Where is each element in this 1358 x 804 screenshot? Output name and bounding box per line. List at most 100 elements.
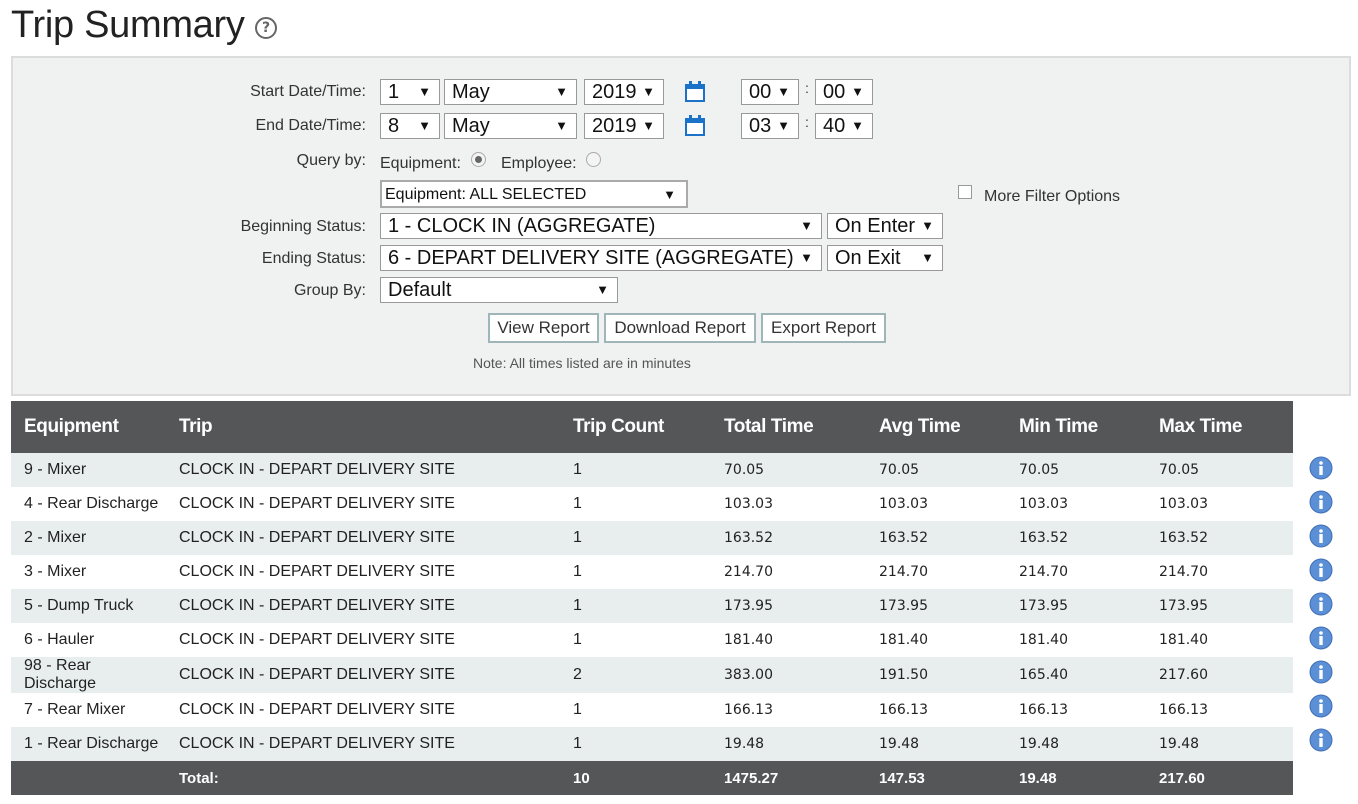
- row-info-icon[interactable]: [1309, 592, 1333, 616]
- beginning-trigger-select[interactable]: On Enter ▼: [827, 213, 943, 239]
- trip-cell: CLOCK IN - DEPART DELIVERY SITE: [166, 693, 560, 727]
- avg-time-cell: 191.50: [866, 657, 1006, 693]
- start-minute-select[interactable]: 00 ▼: [815, 79, 873, 105]
- row-info-icon[interactable]: [1309, 490, 1333, 514]
- max-time-cell: 19.48: [1146, 727, 1293, 761]
- trip-cell: CLOCK IN - DEPART DELIVERY SITE: [166, 727, 560, 761]
- trip-count-cell: 1: [560, 623, 711, 657]
- row-info-icon[interactable]: [1309, 728, 1333, 752]
- equipment-cell: 6 - Hauler: [11, 623, 166, 657]
- column-header-total-time[interactable]: Total Time: [711, 401, 866, 453]
- export-report-button[interactable]: Export Report: [761, 313, 886, 343]
- trip-count-cell: 2: [560, 657, 711, 693]
- total-label: Total:: [166, 761, 560, 795]
- avg-time-cell: 181.40: [866, 623, 1006, 657]
- trip-count-cell: 1: [560, 521, 711, 555]
- trip-count-cell: 1: [560, 487, 711, 521]
- end-calendar-icon[interactable]: [684, 115, 706, 137]
- beginning-status-select[interactable]: 1 - CLOCK IN (AGGREGATE) ▼: [380, 213, 822, 239]
- view-report-button[interactable]: View Report: [488, 313, 599, 343]
- equipment-radio[interactable]: [471, 152, 486, 167]
- min-time-cell: 173.95: [1006, 589, 1146, 623]
- total-max-time: 217.60: [1146, 761, 1293, 795]
- trip-cell: CLOCK IN - DEPART DELIVERY SITE: [166, 657, 560, 693]
- more-filter-checkbox[interactable]: [958, 185, 972, 199]
- trip-cell: CLOCK IN - DEPART DELIVERY SITE: [166, 623, 560, 657]
- total-time-cell: 214.70: [711, 555, 866, 589]
- end-time-separator: :: [805, 114, 809, 130]
- equipment-cell: 1 - Rear Discharge: [11, 727, 166, 761]
- total-min-time: 19.48: [1006, 761, 1146, 795]
- max-time-cell: 103.03: [1146, 487, 1293, 521]
- ending-trigger-select[interactable]: On Exit ▼: [827, 245, 943, 271]
- end-hour-select[interactable]: 03 ▼: [741, 113, 799, 139]
- end-minute-select[interactable]: 40 ▼: [815, 113, 873, 139]
- table-row: 9 - Mixer CLOCK IN - DEPART DELIVERY SIT…: [11, 453, 1293, 487]
- row-info-icon[interactable]: [1309, 558, 1333, 582]
- equipment-cell: 3 - Mixer: [11, 555, 166, 589]
- row-info-icon[interactable]: [1309, 694, 1333, 718]
- times-note: Note: All times listed are in minutes: [473, 355, 691, 371]
- start-day-select[interactable]: 1 ▼: [380, 79, 440, 105]
- trip-count-cell: 1: [560, 555, 711, 589]
- equipment-cell: 5 - Dump Truck: [11, 589, 166, 623]
- group-by-label: Group By:: [293, 282, 366, 299]
- equipment-select[interactable]: Equipment: ALL SELECTED ▼: [380, 180, 688, 208]
- max-time-cell: 214.70: [1146, 555, 1293, 589]
- column-header-trip-count[interactable]: Trip Count: [560, 401, 711, 453]
- column-header-equipment[interactable]: Equipment: [11, 401, 166, 453]
- total-spacer-cell: [11, 761, 166, 795]
- max-time-cell: 163.52: [1146, 521, 1293, 555]
- total-time-cell: 70.05: [711, 453, 866, 487]
- trip-count-cell: 1: [560, 693, 711, 727]
- table-header-row: Equipment Trip Trip Count Total Time Avg…: [11, 401, 1293, 453]
- ending-status-label: Ending Status:: [261, 250, 366, 267]
- employee-radio[interactable]: [586, 152, 601, 167]
- total-time-cell: 173.95: [711, 589, 866, 623]
- total-time-cell: 383.00: [711, 657, 866, 693]
- min-time-cell: 165.40: [1006, 657, 1146, 693]
- start-calendar-icon[interactable]: [684, 81, 706, 103]
- total-time-cell: 181.40: [711, 623, 866, 657]
- avg-time-cell: 214.70: [866, 555, 1006, 589]
- download-report-button[interactable]: Download Report: [604, 313, 756, 343]
- avg-time-cell: 70.05: [866, 453, 1006, 487]
- avg-time-cell: 163.52: [866, 521, 1006, 555]
- row-info-icon[interactable]: [1309, 626, 1333, 650]
- min-time-cell: 166.13: [1006, 693, 1146, 727]
- ending-status-select[interactable]: 6 - DEPART DELIVERY SITE (AGGREGATE) ▼: [380, 245, 822, 271]
- column-header-max-time[interactable]: Max Time: [1146, 401, 1293, 453]
- equipment-cell: 98 - Rear Discharge: [11, 657, 166, 693]
- avg-time-cell: 19.48: [866, 727, 1006, 761]
- min-time-cell: 103.03: [1006, 487, 1146, 521]
- start-hour-select[interactable]: 00 ▼: [741, 79, 799, 105]
- column-header-min-time[interactable]: Min Time: [1006, 401, 1146, 453]
- avg-time-cell: 166.13: [866, 693, 1006, 727]
- column-header-avg-time[interactable]: Avg Time: [866, 401, 1006, 453]
- column-header-trip[interactable]: Trip: [166, 401, 560, 453]
- table-total-row: Total: 10 1475.27 147.53 19.48 217.60: [11, 761, 1293, 795]
- group-by-select[interactable]: Default ▼: [380, 277, 618, 303]
- trip-count-cell: 1: [560, 453, 711, 487]
- row-info-icon[interactable]: [1309, 456, 1333, 480]
- min-time-cell: 181.40: [1006, 623, 1146, 657]
- trip-cell: CLOCK IN - DEPART DELIVERY SITE: [166, 589, 560, 623]
- start-year-select[interactable]: 2019 ▼: [584, 79, 664, 105]
- avg-time-cell: 103.03: [866, 487, 1006, 521]
- min-time-cell: 163.52: [1006, 521, 1146, 555]
- table-row: 3 - Mixer CLOCK IN - DEPART DELIVERY SIT…: [11, 555, 1293, 589]
- beginning-status-label: Beginning Status:: [240, 218, 366, 235]
- total-time-cell: 166.13: [711, 693, 866, 727]
- end-month-select[interactable]: May ▼: [444, 113, 577, 139]
- row-info-icon[interactable]: [1309, 524, 1333, 548]
- start-month-select[interactable]: May ▼: [444, 79, 577, 105]
- min-time-cell: 19.48: [1006, 727, 1146, 761]
- trip-cell: CLOCK IN - DEPART DELIVERY SITE: [166, 453, 560, 487]
- max-time-cell: 181.40: [1146, 623, 1293, 657]
- row-info-icon[interactable]: [1309, 660, 1333, 684]
- total-trip-count: 10: [560, 761, 711, 795]
- end-day-select[interactable]: 8 ▼: [380, 113, 440, 139]
- end-year-select[interactable]: 2019 ▼: [584, 113, 664, 139]
- help-circle-icon[interactable]: ?: [255, 17, 277, 39]
- query-by-label: Query by:: [296, 152, 366, 169]
